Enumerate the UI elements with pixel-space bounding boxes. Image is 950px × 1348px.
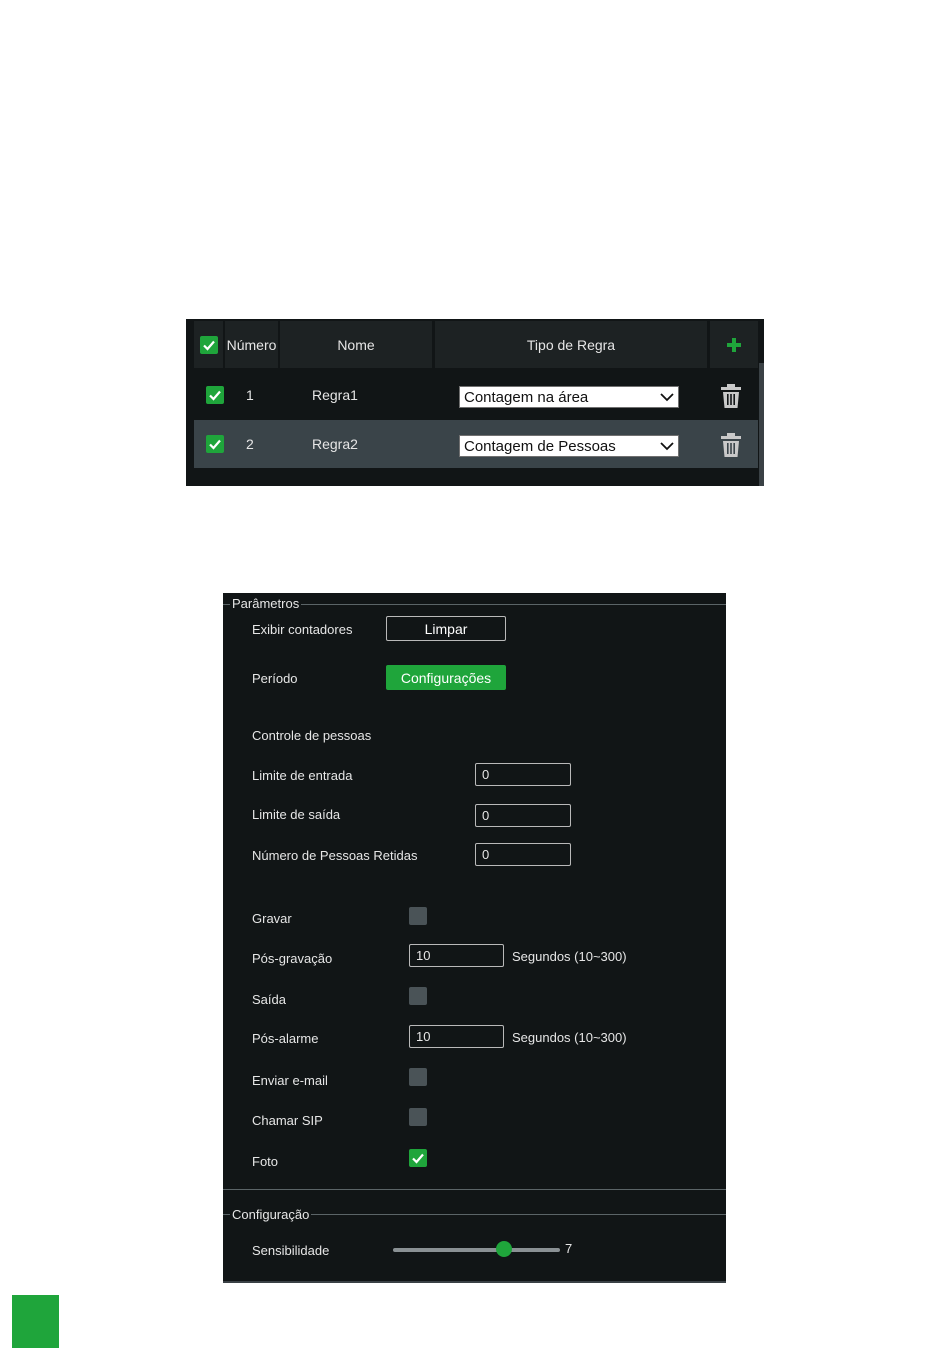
section-divider xyxy=(223,1189,726,1190)
entry-limit-label: Limite de entrada xyxy=(252,768,353,783)
header-name-label: Nome xyxy=(337,336,375,353)
post-record-label: Pós-gravação xyxy=(252,951,333,966)
retained-people-input[interactable]: 0 xyxy=(475,843,571,866)
table-row[interactable]: 2 Regra2 Contagem de Pessoas xyxy=(194,420,758,468)
trash-icon[interactable] xyxy=(720,384,742,408)
call-sip-checkbox[interactable] xyxy=(409,1108,427,1126)
entry-limit-input[interactable]: 0 xyxy=(475,763,571,786)
header-number-label: Número xyxy=(226,336,277,353)
header-number[interactable]: Número xyxy=(225,321,278,368)
rule-type-value: Contagem de Pessoas xyxy=(464,437,616,455)
sensitivity-slider-track[interactable] xyxy=(393,1248,560,1252)
rule-type-select[interactable]: Contagem na área xyxy=(459,386,679,408)
output-checkbox[interactable] xyxy=(409,987,427,1005)
post-alarm-unit: Segundos (10~300) xyxy=(512,1030,627,1045)
record-label: Gravar xyxy=(252,911,292,926)
post-record-unit: Segundos (10~300) xyxy=(512,949,627,964)
header-rule-type[interactable]: Tipo de Regra xyxy=(435,321,707,368)
checkmark-icon xyxy=(209,439,221,450)
period-label: Período xyxy=(252,671,298,686)
row-checkbox[interactable] xyxy=(206,435,224,453)
select-all-checkbox[interactable] xyxy=(199,335,218,354)
chevron-down-icon xyxy=(660,393,674,402)
row-name: Regra1 xyxy=(312,387,358,403)
header-name[interactable]: Nome xyxy=(280,321,432,368)
header-rule-type-label: Tipo de Regra xyxy=(526,336,616,353)
show-counters-label: Exibir contadores xyxy=(252,622,353,637)
post-alarm-input[interactable]: 10 xyxy=(409,1025,504,1048)
checkmark-icon xyxy=(412,1153,424,1164)
rule-type-value: Contagem na área xyxy=(464,388,589,406)
rules-table: Número Nome Tipo de Regra 1 Regra1 Conta… xyxy=(186,319,764,486)
row-checkbox-cell xyxy=(206,420,224,468)
photo-label: Foto xyxy=(252,1154,279,1169)
row-checkbox-cell xyxy=(206,371,224,419)
sensitivity-value: 7 xyxy=(565,1241,573,1256)
configuration-legend: Configuração xyxy=(230,1207,312,1222)
call-sip-label: Chamar SIP xyxy=(252,1113,323,1128)
page-marker-block xyxy=(12,1295,59,1348)
output-label: Saída xyxy=(252,992,286,1007)
checkmark-icon xyxy=(202,340,215,351)
record-checkbox[interactable] xyxy=(409,907,427,925)
trash-icon[interactable] xyxy=(720,433,742,457)
row-number: 2 xyxy=(246,436,254,452)
table-row[interactable]: 1 Regra1 Contagem na área xyxy=(194,371,758,419)
header-select-all-cell xyxy=(194,321,223,368)
exit-limit-label: Limite de saída xyxy=(252,807,341,822)
post-alarm-label: Pós-alarme xyxy=(252,1031,319,1046)
send-email-checkbox[interactable] xyxy=(409,1068,427,1086)
parameters-panel: Parâmetros Exibir contadores Limpar Perí… xyxy=(223,593,726,1283)
retained-people-label: Número de Pessoas Retidas xyxy=(252,848,418,863)
chevron-down-icon xyxy=(660,442,674,451)
parameters-legend: Parâmetros xyxy=(230,596,302,611)
row-name: Regra2 xyxy=(312,436,358,452)
exit-limit-input[interactable]: 0 xyxy=(475,804,571,827)
panel-bottom-border xyxy=(223,1281,726,1283)
plus-icon xyxy=(727,337,741,352)
people-control-label: Controle de pessoas xyxy=(252,728,372,743)
row-checkbox[interactable] xyxy=(206,386,224,404)
post-record-input[interactable]: 10 xyxy=(409,944,504,967)
sensitivity-slider-handle[interactable] xyxy=(496,1241,513,1257)
vertical-scrollbar[interactable] xyxy=(759,363,764,486)
row-number: 1 xyxy=(246,387,254,403)
sensitivity-label: Sensibilidade xyxy=(252,1243,330,1258)
settings-button[interactable]: Configurações xyxy=(386,665,506,690)
rule-type-select[interactable]: Contagem de Pessoas xyxy=(459,435,679,457)
send-email-label: Enviar e-mail xyxy=(252,1073,328,1088)
photo-checkbox[interactable] xyxy=(409,1149,427,1167)
checkmark-icon xyxy=(209,390,221,401)
add-rule-button[interactable] xyxy=(710,321,758,368)
clear-button[interactable]: Limpar xyxy=(386,616,506,641)
